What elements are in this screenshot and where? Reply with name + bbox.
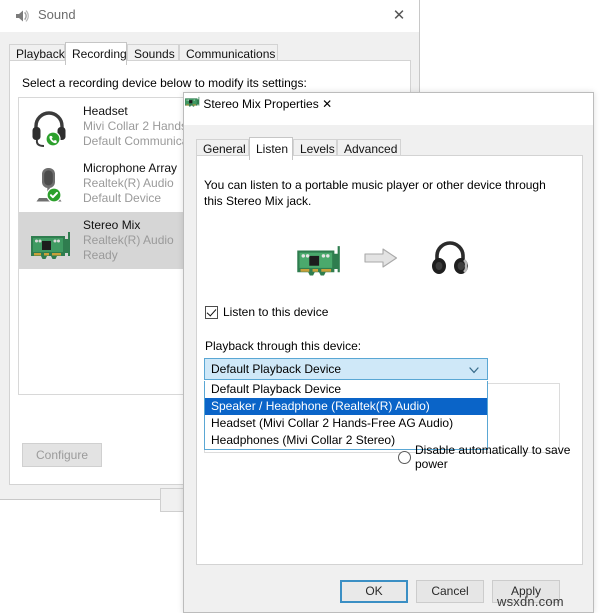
radio-glyph [398,450,411,464]
list-item-stereo-mix[interactable]: Stereo Mix Realtek(R) Audio Ready [19,212,193,269]
dropdown-option-speaker-headphone[interactable]: Speaker / Headphone (Realtek(R) Audio) [205,398,487,415]
checkbox-label: Listen to this device [223,305,329,319]
playback-device-dropdown[interactable]: Default Playback Device Speaker / Headph… [204,381,488,450]
list-item-headset[interactable]: Headset Mivi Collar 2 Hands Default Comm… [19,98,193,155]
combobox-value: Default Playback Device [211,362,342,376]
device-driver: Realtek(R) Audio [83,176,174,190]
device-name: Microphone Array [83,161,178,175]
properties-window-title: Stereo Mix Properties [203,97,319,111]
device-name: Headset [83,104,128,118]
sound-titlebar: Sound ✕ [0,0,419,32]
device-text-block: Headset Mivi Collar 2 Hands Default Comm… [83,104,189,149]
properties-titlebar: Stereo Mix Properties ✕ [184,93,593,125]
device-status: Ready [83,248,118,262]
disable-automatically-radio[interactable]: Disable automatically to save power [398,443,593,471]
headset-icon [28,108,72,148]
device-driver: Mivi Collar 2 Hands [83,119,188,133]
radio-label: Disable automatically to save power [415,443,571,471]
cancel-button[interactable]: Cancel [416,580,484,603]
tab-recording[interactable]: Recording [65,42,127,65]
checkbox-glyph [205,305,218,319]
configure-button[interactable]: Configure [22,443,102,467]
sound-close-button[interactable]: ✕ [388,6,410,26]
listen-to-this-device-checkbox[interactable]: Listen to this device [205,305,328,319]
screenshot-root: Sound ✕ Playback Recording Sounds Commun… [0,0,600,613]
recording-device-list[interactable]: Headset Mivi Collar 2 Hands Default Comm… [18,97,194,395]
watermark-text: wsxdn.com [497,594,564,609]
sound-window-title: Sound [38,7,76,22]
soundcard-icon [28,222,72,262]
device-status: Default Communica [83,134,189,148]
properties-close-button[interactable]: ✕ [322,97,332,111]
device-status: Default Device [83,191,162,205]
soundcard-icon [294,235,342,282]
tab-listen[interactable]: Listen [249,137,293,160]
listen-description-text: You can listen to a portable music playe… [204,178,546,208]
device-text-block: Stereo Mix Realtek(R) Audio Ready [83,218,189,263]
device-text-block: Microphone Array Realtek(R) Audio Defaul… [83,161,189,206]
soundcard-icon [184,96,203,111]
playback-device-label: Playback through this device: [205,339,362,353]
recording-hint-text: Select a recording device below to modif… [22,76,307,90]
dropdown-option-default-playback-device[interactable]: Default Playback Device [205,381,487,398]
list-item-microphone-array[interactable]: Microphone Array Realtek(R) Audio Defaul… [19,155,193,212]
ok-button[interactable]: OK [340,580,408,603]
playback-device-combobox[interactable]: Default Playback Device [204,358,488,380]
speaker-icon [14,8,30,24]
device-name: Stereo Mix [83,218,141,232]
stereo-mix-properties-dialog: Stereo Mix Properties ✕ General Listen L… [183,92,594,613]
arrow-right-icon [364,247,398,272]
device-driver: Realtek(R) Audio [83,233,174,247]
signal-flow-illustration [294,233,474,285]
headphones-icon [428,235,472,282]
dropdown-option-headset[interactable]: Headset (Mivi Collar 2 Hands-Free AG Aud… [205,415,487,432]
microphone-icon [28,165,72,205]
chevron-down-icon [469,364,479,374]
